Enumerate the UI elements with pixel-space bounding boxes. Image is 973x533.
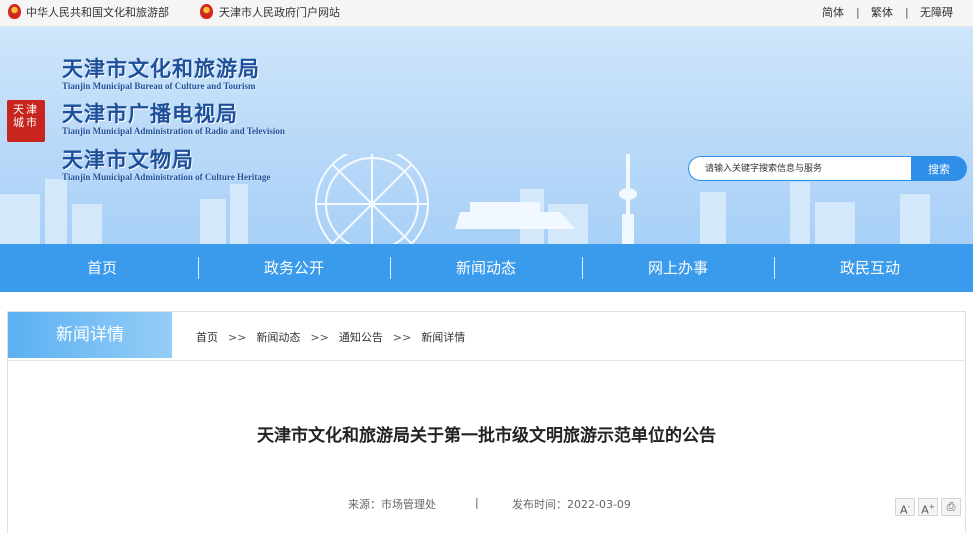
breadcrumb-separator: >> <box>392 331 412 344</box>
meta-divider: | <box>475 496 479 509</box>
header-banner: 天津 城市 天津市文化和旅游局 Tianjin Municipal Bureau … <box>0 27 973 244</box>
org-name-cn: 天津市文化和旅游局 <box>62 56 260 81</box>
breadcrumb-home[interactable]: 首页 <box>196 329 218 345</box>
link-ministry-culture-tourism[interactable]: 中华人民共和国文化和旅游部 <box>26 6 169 20</box>
top-bar: 中华人民共和国文化和旅游部 天津市人民政府门户网站 简体 | 繁体 | 无障碍 <box>0 0 973 27</box>
org-culture-heritage: 天津市文物局 Tianjin Municipal Administration … <box>62 147 271 183</box>
topbar-divider: | <box>905 6 909 19</box>
topbar-divider: | <box>856 6 860 19</box>
national-emblem-icon <box>200 4 213 19</box>
org-name-cn: 天津市广播电视局 <box>62 101 238 126</box>
print-icon[interactable]: ⎙ <box>941 498 961 516</box>
org-name-en: Tianjin Municipal Administration of Cult… <box>62 172 271 182</box>
nav-item-news[interactable]: 新闻动态 <box>390 244 582 292</box>
org-name-cn: 天津市文物局 <box>62 147 194 172</box>
search-button[interactable]: 搜索 <box>911 156 967 181</box>
section-title: 新闻详情 <box>8 312 172 358</box>
breadcrumb-current: 新闻详情 <box>421 331 466 344</box>
org-radio-television: 天津市广播电视局 Tianjin Municipal Administratio… <box>62 101 285 137</box>
link-tianjin-government-portal[interactable]: 天津市人民政府门户网站 <box>219 6 340 20</box>
accessibility-link[interactable]: 无障碍 <box>920 6 953 20</box>
lang-simplified-link[interactable]: 简体 <box>822 6 844 20</box>
breadcrumb: 首页 >> 新闻动态 >> 通知公告 >> 新闻详情 <box>196 329 465 345</box>
nav-item-home[interactable]: 首页 <box>6 244 198 292</box>
article-source: 来源：市场管理处 <box>348 498 436 511</box>
divider <box>8 360 965 361</box>
org-name-en: Tianjin Municipal Bureau of Culture and … <box>62 81 256 91</box>
org-name-en: Tianjin Municipal Administration of Radi… <box>62 126 285 136</box>
news-detail-panel: 新闻详情 首页 >> 新闻动态 >> 通知公告 >> 新闻详情 天津市文化和旅游局关于第一批… <box>7 311 966 533</box>
breadcrumb-separator: >> <box>228 331 247 344</box>
main-nav: 首页 政务公开 新闻动态 网上办事 政民互动 <box>0 244 973 292</box>
nav-item-public-interaction[interactable]: 政民互动 <box>774 244 966 292</box>
article-title: 天津市文化和旅游局关于第一批市级文明旅游示范单位的公告 <box>257 426 716 446</box>
search-input[interactable] <box>688 156 912 181</box>
article-date: 发布时间：2022-03-09 <box>512 498 631 511</box>
breadcrumb-notices[interactable]: 通知公告 <box>339 329 383 345</box>
font-increase-icon[interactable]: A+ <box>918 498 938 517</box>
font-decrease-icon[interactable]: A- <box>895 498 915 517</box>
nav-item-online-services[interactable]: 网上办事 <box>582 244 774 292</box>
org-culture-tourism: 天津市文化和旅游局 Tianjin Municipal Bureau of Cu… <box>62 56 260 92</box>
national-emblem-icon <box>8 4 21 19</box>
tianjin-seal-logo: 天津 城市 <box>7 100 45 142</box>
breadcrumb-news[interactable]: 新闻动态 <box>256 329 300 345</box>
breadcrumb-separator: >> <box>310 331 329 344</box>
site-search: 搜索 <box>688 156 967 181</box>
lang-traditional-link[interactable]: 繁体 <box>871 6 893 20</box>
nav-item-government-affairs[interactable]: 政务公开 <box>198 244 390 292</box>
